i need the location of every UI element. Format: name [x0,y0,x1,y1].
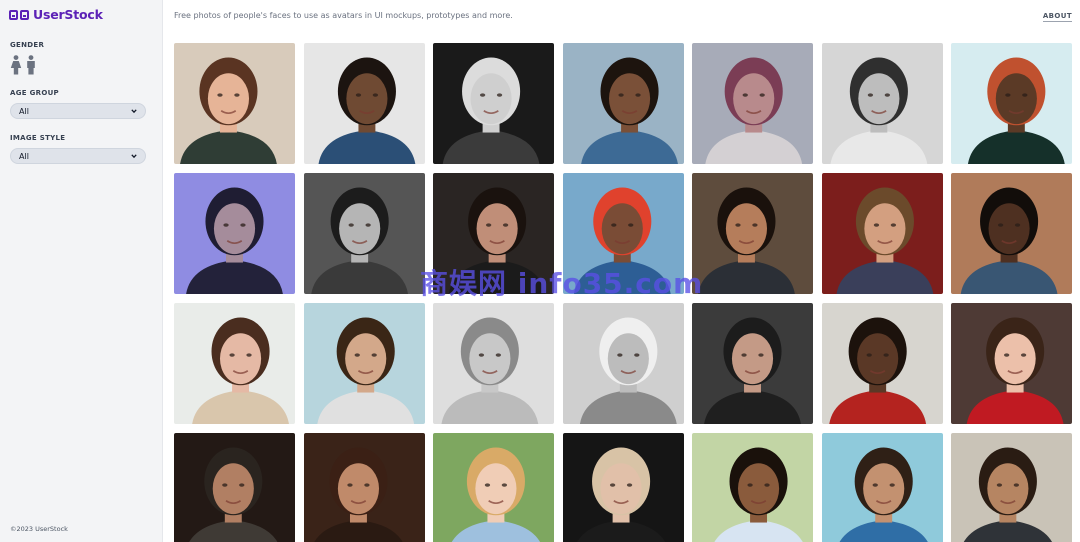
avatar-photo[interactable] [174,303,295,424]
gender-filter [10,55,37,75]
avatar-photo[interactable] [821,173,943,294]
avatar-photo[interactable] [562,43,684,164]
photo-grid [174,43,1072,542]
copyright: ©2023 UserStock [10,525,68,533]
avatar-photo[interactable] [692,433,813,542]
female-icon[interactable] [10,55,22,75]
avatar-photo[interactable] [821,433,943,542]
image-style-label: IMAGE STYLE [10,134,66,142]
avatar-photo[interactable] [692,303,813,424]
avatar-photo[interactable] [303,303,425,424]
chevron-down-icon [131,154,137,159]
avatar-photo[interactable] [433,433,554,542]
age-group-select[interactable]: All [10,103,146,119]
age-group-value: All [19,106,29,116]
avatar-photo[interactable] [562,173,684,294]
avatar-photo[interactable] [692,43,813,164]
sidebar: UserStock GENDER AGE GROUP All IMAGE STY… [0,0,163,542]
avatar-photo[interactable] [303,433,425,542]
image-style-select[interactable]: All [10,148,146,164]
age-group-label: AGE GROUP [10,89,59,97]
avatar-photo[interactable] [562,303,684,424]
avatar-photo[interactable] [303,43,425,164]
avatar-photo[interactable] [433,173,554,294]
chevron-down-icon [131,109,137,114]
avatar-photo[interactable] [174,173,295,294]
avatar-photo[interactable] [174,43,295,164]
logo-text: UserStock [33,7,103,22]
avatar-photo[interactable] [692,173,813,294]
avatar-photo[interactable] [433,303,554,424]
avatar-photo[interactable] [174,433,295,542]
male-icon[interactable] [25,55,37,75]
avatar-photo[interactable] [433,43,554,164]
tagline: Free photos of people's faces to use as … [174,11,513,20]
avatar-photo[interactable] [821,303,943,424]
avatar-photo[interactable] [821,43,943,164]
logo[interactable]: UserStock [9,7,103,22]
gender-label: GENDER [10,41,45,49]
avatar-photo[interactable] [562,433,684,542]
avatar-photo[interactable] [951,433,1072,542]
avatar-photo[interactable] [951,43,1072,164]
avatar-photo[interactable] [951,303,1072,424]
logo-icon [9,9,29,20]
avatar-photo[interactable] [303,173,425,294]
about-link[interactable]: ABOUT [1042,12,1072,22]
image-style-value: All [19,151,29,161]
avatar-photo[interactable] [951,173,1072,294]
